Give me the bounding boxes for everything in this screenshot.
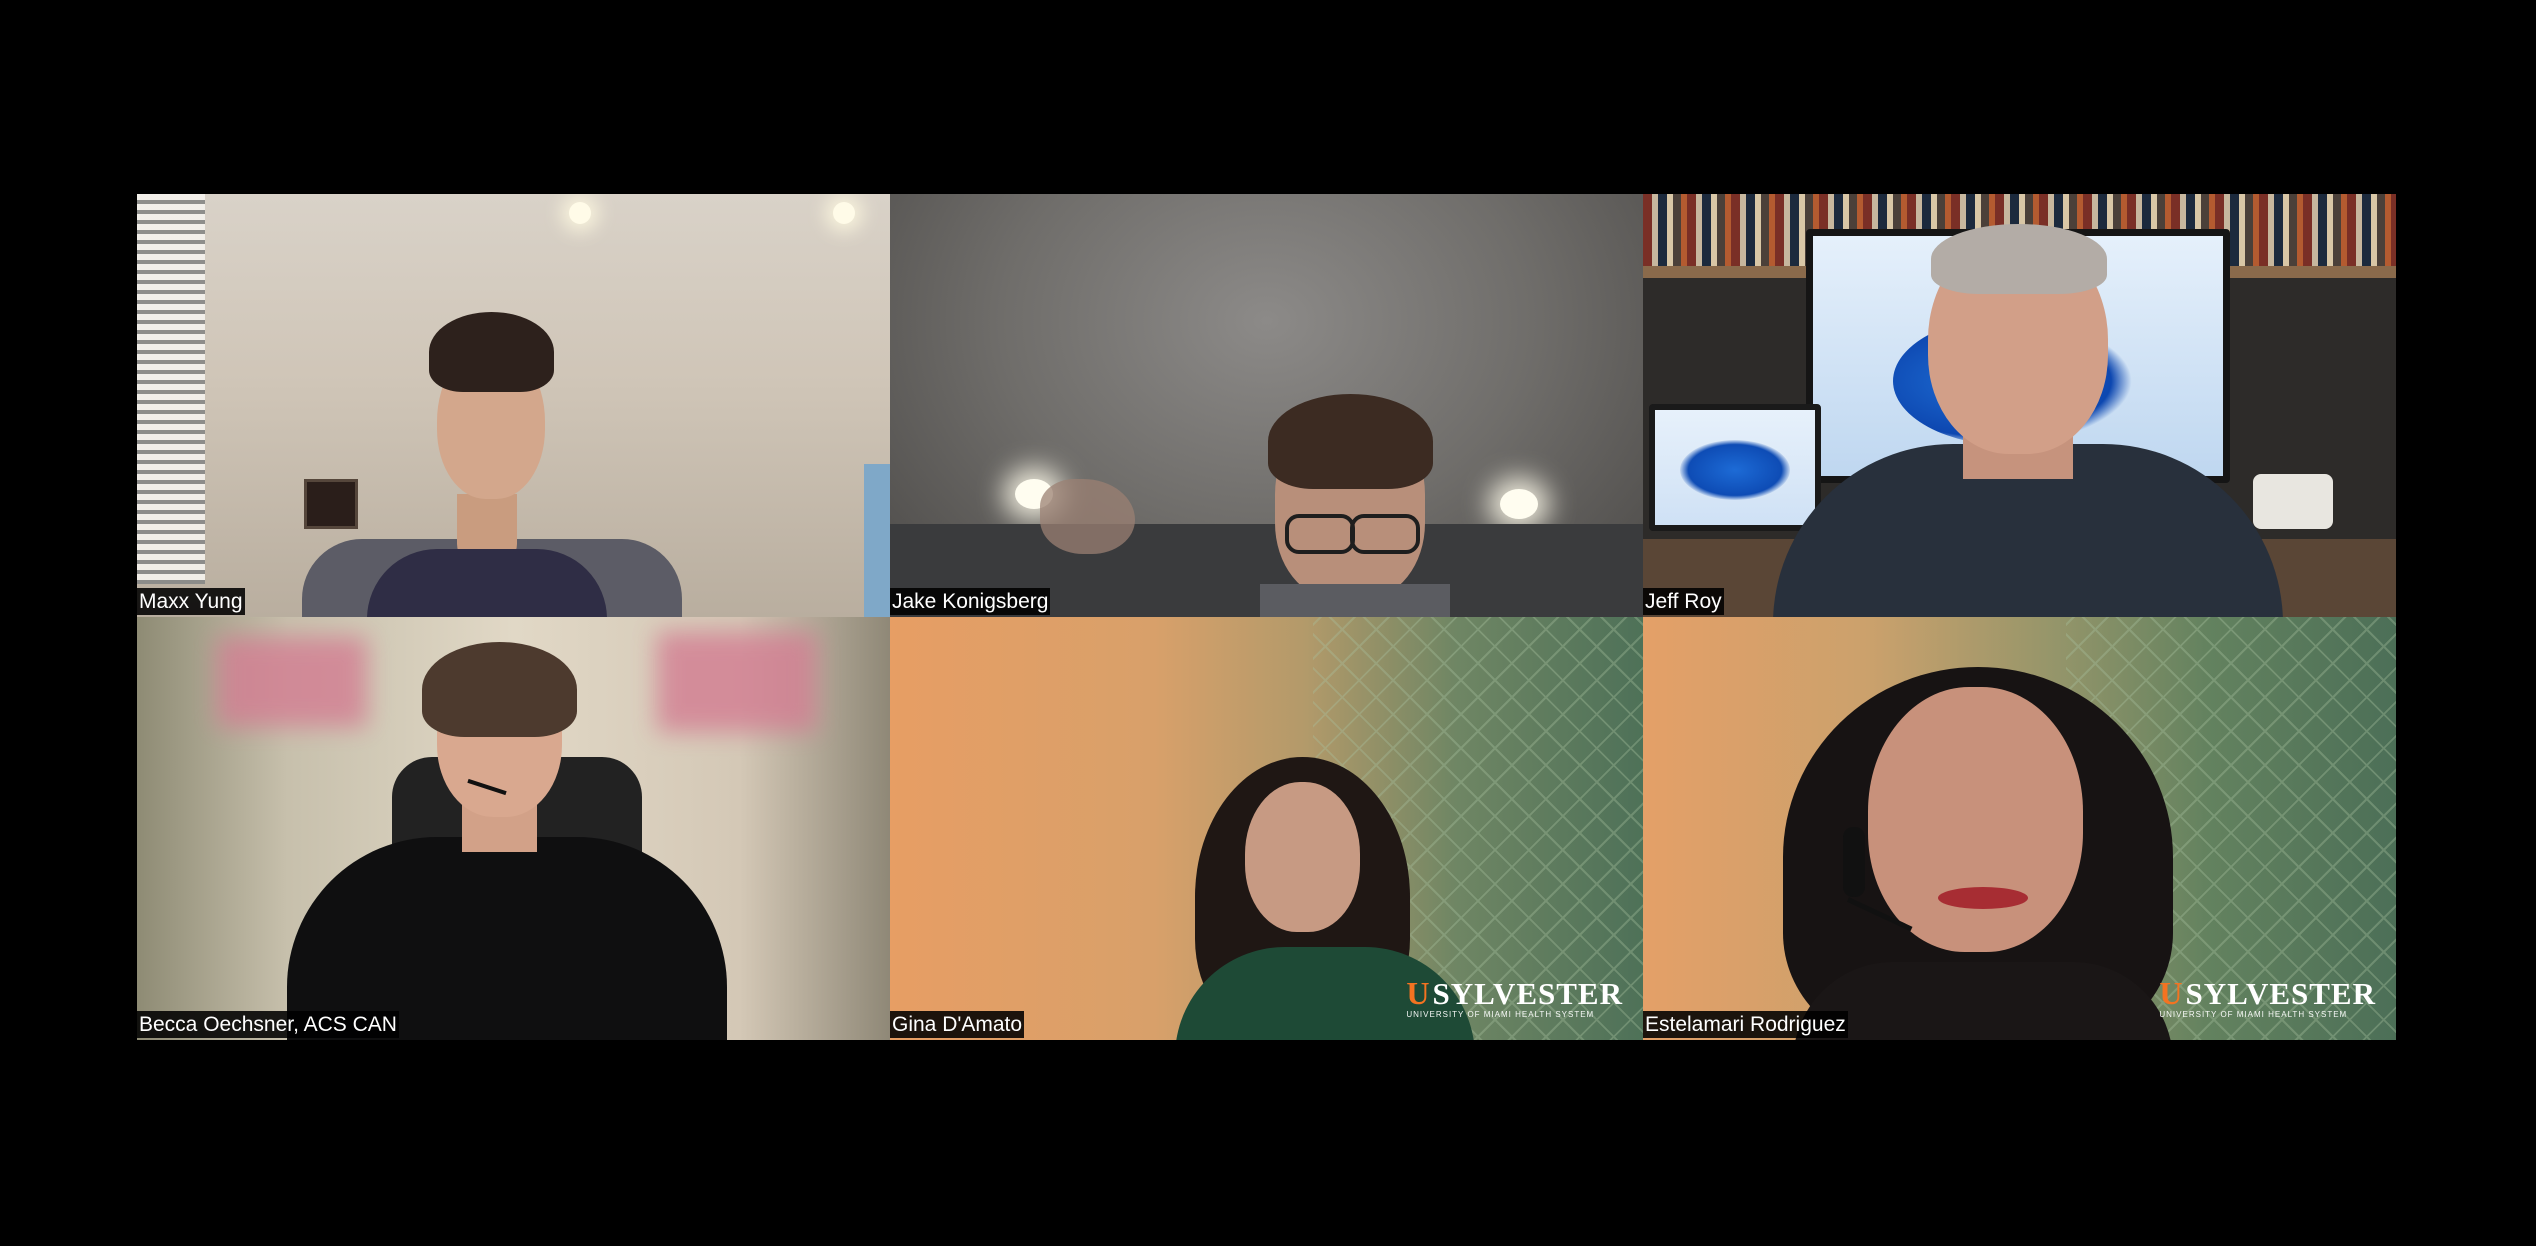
video-feed: [137, 194, 890, 617]
blurred-background: [657, 632, 817, 732]
glasses: [1350, 514, 1420, 554]
participant-body: [367, 549, 607, 617]
video-tile-jeff-roy[interactable]: Jeff Roy: [1643, 194, 2396, 617]
doorway: [864, 464, 890, 617]
participant-name-label: Becca Oechsner, ACS CAN: [137, 1011, 399, 1038]
logo-letter: U: [1406, 975, 1431, 1011]
video-feed: [890, 194, 1643, 617]
headset: [1843, 827, 1865, 897]
participant-name-label: Estelamari Rodriguez: [1643, 1011, 1848, 1038]
ceiling-light: [569, 202, 591, 224]
laptop: [1649, 404, 1821, 531]
participant-face: [1245, 782, 1360, 932]
glasses: [1285, 514, 1355, 554]
logo-subtitle: UNIVERSITY OF MIAMI HEALTH SYSTEM: [1406, 1010, 1595, 1019]
video-feed: USYLVESTER UNIVERSITY OF MIAMI HEALTH SY…: [1643, 617, 2396, 1040]
video-tile-jake-konigsberg[interactable]: Jake Konigsberg: [890, 194, 1643, 617]
participant-lips: [1938, 887, 2028, 909]
blurred-background: [217, 637, 367, 727]
desk-phone: [2253, 474, 2333, 529]
participant-name-label: Jake Konigsberg: [890, 588, 1051, 615]
participant-hair: [422, 642, 577, 737]
participant-name-label: Gina D'Amato: [890, 1011, 1025, 1038]
participant-name-label: Jeff Roy: [1643, 588, 1724, 615]
participant-face: [1868, 687, 2083, 952]
video-tile-estelamari-rodriguez[interactable]: USYLVESTER UNIVERSITY OF MIAMI HEALTH SY…: [1643, 617, 2396, 1040]
participant-name-label: Maxx Yung: [137, 588, 245, 615]
participant-body: [1260, 584, 1450, 617]
ceiling-light: [833, 202, 855, 224]
participant-body: [287, 837, 727, 1040]
video-feed: USYLVESTER UNIVERSITY OF MIAMI HEALTH SY…: [890, 617, 1643, 1040]
participant-hand: [1040, 479, 1135, 554]
ceiling-light: [1500, 489, 1538, 519]
participant-hair: [429, 312, 554, 392]
sylvester-logo: USYLVESTER UNIVERSITY OF MIAMI HEALTH SY…: [1406, 977, 1623, 1020]
participant-hair: [1931, 224, 2107, 294]
video-gallery: Maxx Yung Jake Konigsberg Jeff Roy Becca…: [137, 194, 2397, 1040]
video-tile-becca-oechsner[interactable]: Becca Oechsner, ACS CAN: [137, 617, 890, 1040]
video-tile-maxx-yung[interactable]: Maxx Yung: [137, 194, 890, 617]
logo-name: SYLVESTER: [2185, 976, 2376, 1011]
video-tile-gina-damato[interactable]: USYLVESTER UNIVERSITY OF MIAMI HEALTH SY…: [890, 617, 1643, 1040]
participant-body: [1793, 962, 2173, 1040]
logo-letter: U: [2159, 975, 2184, 1011]
video-feed: [137, 617, 890, 1040]
window-blinds: [137, 194, 205, 584]
logo-name: SYLVESTER: [1432, 976, 1623, 1011]
wall-picture: [304, 479, 358, 529]
participant-hair: [1268, 394, 1433, 489]
video-feed: [1643, 194, 2396, 617]
sylvester-logo: USYLVESTER UNIVERSITY OF MIAMI HEALTH SY…: [2159, 977, 2376, 1020]
logo-subtitle: UNIVERSITY OF MIAMI HEALTH SYSTEM: [2159, 1010, 2348, 1019]
